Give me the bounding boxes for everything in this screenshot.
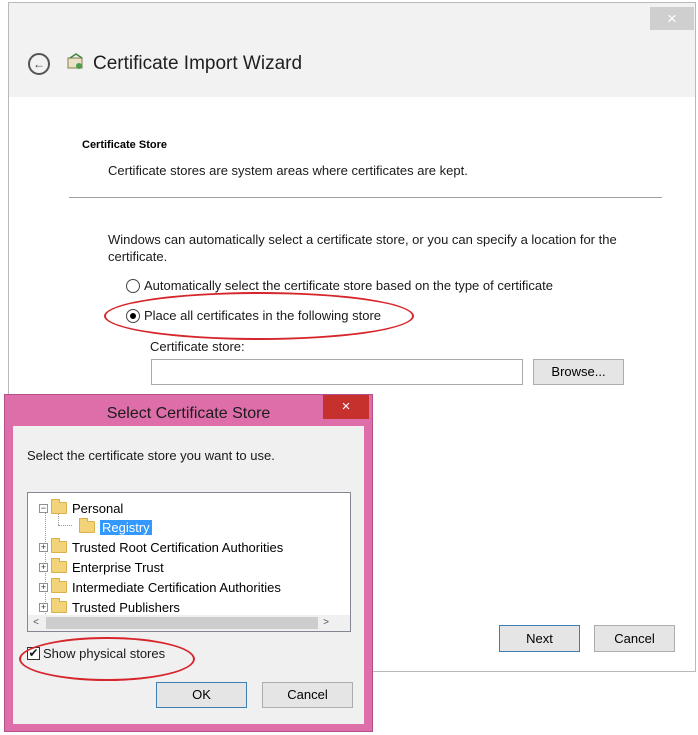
tree-item-label-selected: Registry bbox=[100, 519, 152, 535]
select-certificate-store-dialog: Select Certificate Store × Select the ce… bbox=[4, 394, 373, 732]
tree-item-trusted-root[interactable]: + Trusted Root Certification Authorities bbox=[39, 538, 283, 556]
tree-item-label: Personal bbox=[72, 500, 124, 516]
folder-icon bbox=[51, 499, 67, 514]
folder-icon bbox=[79, 518, 95, 533]
show-physical-stores-checkbox[interactable]: ✔ Show physical stores bbox=[27, 646, 165, 661]
certificate-store-tree[interactable]: − Personal Registry + Trusted Root Certi… bbox=[27, 492, 351, 632]
checkbox-checked-icon[interactable]: ✔ bbox=[27, 647, 40, 660]
section-divider bbox=[69, 197, 662, 198]
show-physical-stores-label: Show physical stores bbox=[43, 646, 166, 661]
expand-icon[interactable]: + bbox=[39, 602, 48, 612]
tree-connector bbox=[58, 525, 72, 526]
back-arrow-icon[interactable]: ← bbox=[28, 53, 50, 75]
radio-button-off[interactable] bbox=[126, 278, 140, 293]
tree-item-registry[interactable]: Registry bbox=[79, 518, 152, 536]
radio-place-all[interactable]: Place all certificates in the following … bbox=[126, 308, 381, 323]
collapse-icon[interactable]: − bbox=[39, 503, 48, 513]
folder-icon bbox=[51, 598, 67, 613]
tree-item-label: Trusted Publishers bbox=[72, 599, 180, 615]
radio-button-on[interactable] bbox=[126, 308, 140, 323]
radio-place-all-label: Place all certificates in the following … bbox=[144, 308, 382, 323]
folder-icon bbox=[51, 578, 67, 593]
tree-item-trusted-publishers[interactable]: + Trusted Publishers bbox=[39, 598, 180, 616]
dialog-title: Select Certificate Store bbox=[106, 405, 271, 422]
expand-icon[interactable]: + bbox=[39, 582, 48, 592]
wizard-title: Certificate Import Wizard bbox=[93, 53, 303, 74]
dialog-client-area: Select the certificate store you want to… bbox=[13, 426, 364, 724]
tree-item-label: Intermediate Certification Authorities bbox=[72, 579, 281, 595]
folder-icon bbox=[51, 538, 67, 553]
scroll-thumb[interactable] bbox=[46, 617, 318, 629]
wizard-header: ← Certificate Import Wizard bbox=[9, 31, 695, 97]
certificate-store-field[interactable] bbox=[151, 359, 523, 385]
tree-item-enterprise-trust[interactable]: + Enterprise Trust bbox=[39, 558, 164, 576]
ok-button[interactable]: OK bbox=[156, 682, 247, 708]
intro-text: Windows can automatically select a certi… bbox=[108, 232, 617, 264]
folder-icon bbox=[51, 558, 67, 573]
section-title: Certificate Store bbox=[82, 139, 167, 151]
dialog-close-button[interactable]: × bbox=[323, 395, 369, 419]
tree-item-personal[interactable]: − Personal bbox=[39, 499, 123, 517]
browse-button[interactable]: Browse... bbox=[533, 359, 624, 385]
certificate-store-label: Certificate store: bbox=[150, 339, 245, 354]
scroll-right-icon[interactable]: > bbox=[318, 615, 334, 631]
certificate-icon bbox=[67, 53, 83, 69]
expand-icon[interactable]: + bbox=[39, 542, 48, 552]
next-button[interactable]: Next bbox=[499, 625, 580, 652]
wizard-close-button[interactable]: × bbox=[650, 7, 694, 30]
radio-auto-select-label: Automatically select the certificate sto… bbox=[144, 278, 553, 293]
scroll-left-icon[interactable]: < bbox=[28, 615, 44, 631]
wizard-cancel-button[interactable]: Cancel bbox=[594, 625, 675, 652]
dialog-cancel-button[interactable]: Cancel bbox=[262, 682, 353, 708]
tree-item-label: Enterprise Trust bbox=[72, 559, 164, 575]
radio-auto-select[interactable]: Automatically select the certificate sto… bbox=[126, 278, 553, 293]
dialog-prompt: Select the certificate store you want to… bbox=[27, 448, 275, 463]
wizard-titlebar: × bbox=[9, 3, 695, 31]
tree-item-label: Trusted Root Certification Authorities bbox=[72, 539, 284, 555]
tree-horizontal-scrollbar[interactable]: < > bbox=[28, 615, 350, 631]
tree-item-intermediate[interactable]: + Intermediate Certification Authorities bbox=[39, 578, 281, 596]
section-description: Certificate stores are system areas wher… bbox=[108, 163, 468, 178]
expand-icon[interactable]: + bbox=[39, 562, 48, 572]
